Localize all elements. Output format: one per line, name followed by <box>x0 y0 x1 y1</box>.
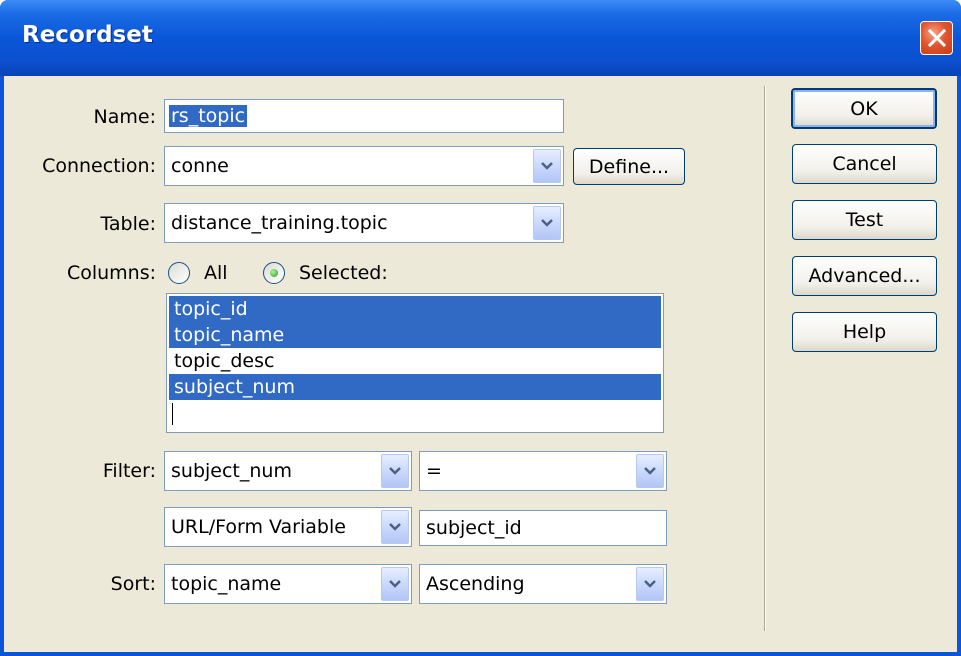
sort-order-select[interactable]: Ascending <box>419 564 667 604</box>
table-select[interactable]: distance_training.topic <box>164 203 564 243</box>
chevron-down-icon <box>541 162 553 170</box>
connection-dropdown-button[interactable] <box>533 149 561 183</box>
chevron-down-icon <box>644 580 656 588</box>
help-button[interactable]: Help <box>792 312 937 352</box>
filter-operator-dropdown-button[interactable] <box>636 454 664 488</box>
columns-listbox[interactable]: topic_id topic_name topic_desc subject_num <box>166 293 664 433</box>
filter-operator-select[interactable]: = <box>419 451 667 491</box>
filter-source-select[interactable]: URL/Form Variable <box>164 507 412 547</box>
columns-all-radio[interactable] <box>168 262 190 284</box>
name-field[interactable]: rs_topic <box>164 99 564 133</box>
filter-column-dropdown-button[interactable] <box>381 454 409 488</box>
filter-column-value: subject_num <box>171 460 292 482</box>
text-cursor <box>172 403 173 425</box>
close-icon <box>927 28 947 48</box>
sort-column-select[interactable]: topic_name <box>164 564 412 604</box>
filter-label: Filter: <box>102 460 156 482</box>
chevron-down-icon <box>389 523 401 531</box>
columns-selected-label[interactable]: Selected: <box>299 262 388 284</box>
advanced-button[interactable]: Advanced... <box>792 256 937 296</box>
sort-label: Sort: <box>110 573 156 595</box>
column-list-item[interactable]: topic_name <box>169 322 661 348</box>
connection-value: conne <box>171 155 229 177</box>
column-list-item[interactable]: topic_desc <box>169 348 661 374</box>
columns-label: Columns: <box>66 262 156 284</box>
table-value: distance_training.topic <box>171 212 388 234</box>
chevron-down-icon <box>644 467 656 475</box>
table-label: Table: <box>100 213 156 235</box>
chevron-down-icon <box>541 219 553 227</box>
sort-column-value: topic_name <box>171 573 282 595</box>
title-bar[interactable]: Recordset <box>0 0 961 76</box>
filter-source-dropdown-button[interactable] <box>381 510 409 544</box>
filter-value-text: subject_id <box>426 517 522 539</box>
radio-checked-dot <box>270 269 278 277</box>
test-button[interactable]: Test <box>792 200 937 240</box>
chevron-down-icon <box>389 467 401 475</box>
dialog-title: Recordset <box>22 22 153 48</box>
name-label: Name: <box>93 106 156 128</box>
chevron-down-icon <box>389 580 401 588</box>
columns-all-label[interactable]: All <box>204 262 228 284</box>
define-button[interactable]: Define... <box>573 148 685 185</box>
column-list-item[interactable]: subject_num <box>169 374 661 400</box>
columns-selected-radio[interactable] <box>263 262 285 284</box>
sort-order-value: Ascending <box>426 573 525 595</box>
recordset-dialog: Recordset Name: rs_topic Connection: con… <box>0 0 961 656</box>
ok-button[interactable]: OK <box>791 88 937 129</box>
table-dropdown-button[interactable] <box>533 206 561 240</box>
column-list-item[interactable]: topic_id <box>169 296 661 322</box>
name-field-value: rs_topic <box>169 105 248 127</box>
sort-column-dropdown-button[interactable] <box>381 567 409 601</box>
cancel-button[interactable]: Cancel <box>792 144 937 184</box>
filter-value-input[interactable]: subject_id <box>419 510 667 546</box>
filter-operator-value: = <box>426 460 442 482</box>
dialog-body: Name: rs_topic Connection: conne Define.… <box>4 76 957 652</box>
connection-label: Connection: <box>42 155 156 177</box>
filter-column-select[interactable]: subject_num <box>164 451 412 491</box>
sort-order-dropdown-button[interactable] <box>636 567 664 601</box>
close-button[interactable] <box>920 21 953 55</box>
connection-select[interactable]: conne <box>164 146 564 186</box>
filter-source-value: URL/Form Variable <box>171 516 346 538</box>
vertical-divider <box>764 86 766 631</box>
